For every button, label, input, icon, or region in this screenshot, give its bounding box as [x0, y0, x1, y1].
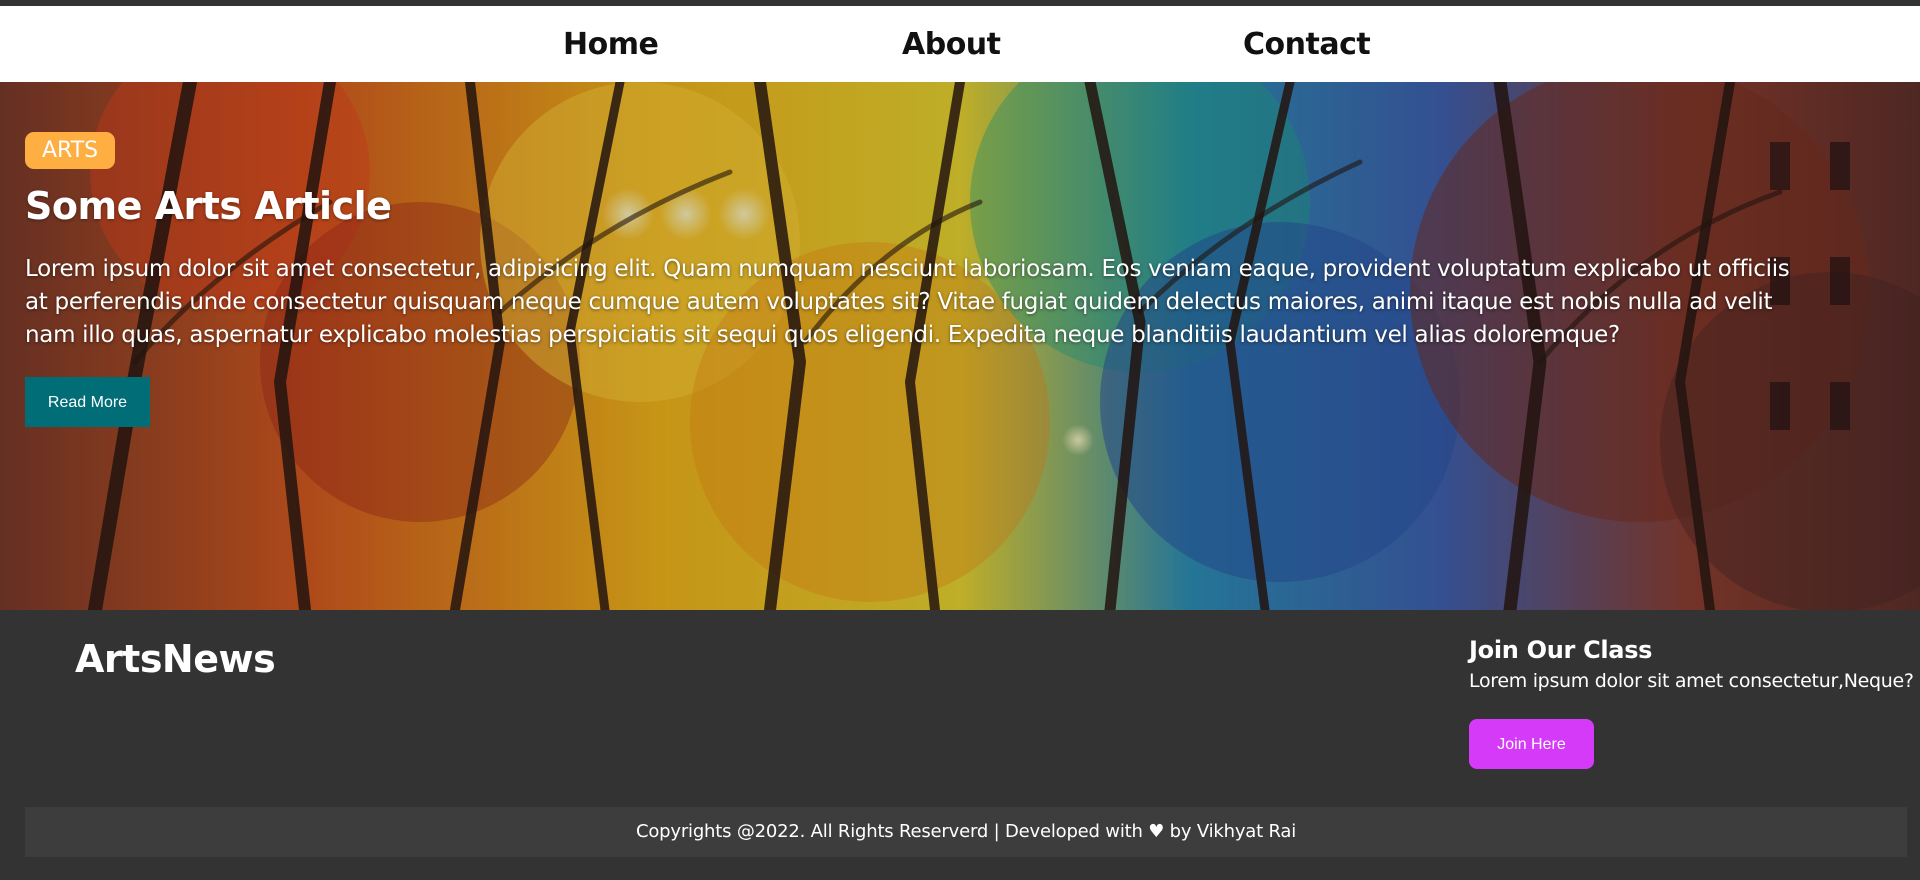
- join-here-button[interactable]: Join Here: [1469, 719, 1594, 769]
- site-footer: ArtsNews Join Our Class Lorem ipsum dolo…: [0, 610, 1920, 880]
- footer-brand: ArtsNews: [75, 637, 276, 681]
- copyright-text: Copyrights @2022. All Rights Reserverd |…: [25, 807, 1907, 857]
- join-class-text: Lorem ipsum dolor sit amet consectetur,N…: [1469, 670, 1914, 692]
- category-badge[interactable]: ARTS: [25, 132, 116, 169]
- nav-contact-link[interactable]: Contact: [1243, 30, 1371, 60]
- join-class-title: Join Our Class: [1469, 636, 1653, 664]
- hero-article: ARTS Some Arts Article Lorem ipsum dolor…: [0, 82, 1920, 610]
- article-title: Some Arts Article: [25, 184, 392, 228]
- read-more-button[interactable]: Read More: [25, 377, 150, 427]
- article-excerpt: Lorem ipsum dolor sit amet consectetur, …: [25, 256, 1790, 348]
- nav-home-link[interactable]: Home: [563, 30, 659, 60]
- nav-about-link[interactable]: About: [902, 30, 1001, 60]
- top-navigation: Home About Contact: [0, 0, 1920, 82]
